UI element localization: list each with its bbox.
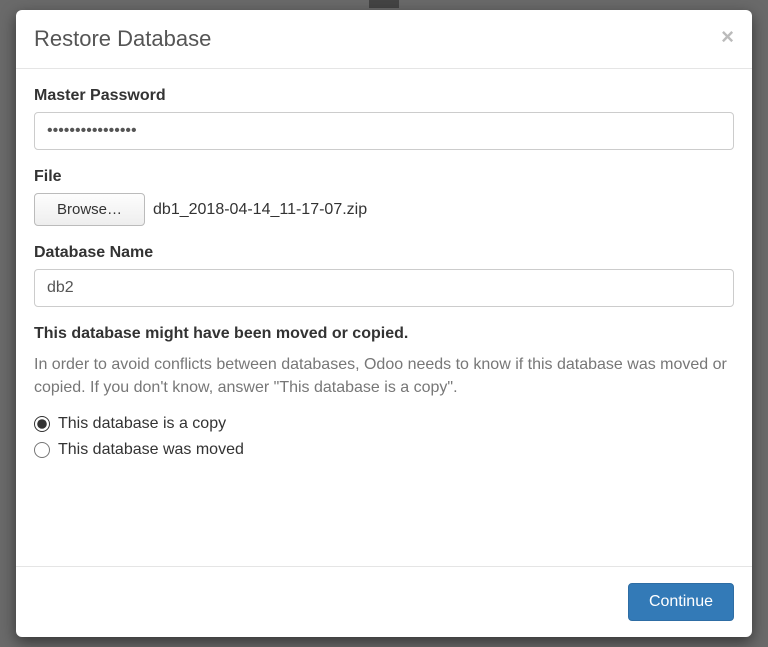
database-name-group: Database Name [34,244,734,307]
restore-database-modal: Restore Database × Master Password File … [16,10,752,637]
radio-copy-label[interactable]: This database is a copy [58,415,226,433]
close-button[interactable]: × [721,26,734,48]
browse-button[interactable]: Browse… [34,193,145,226]
modal-header: Restore Database × [16,10,752,69]
move-copy-heading: This database might have been moved or c… [34,325,734,343]
modal-title: Restore Database [34,26,211,52]
master-password-group: Master Password [34,87,734,150]
modal-footer: Continue [16,566,752,637]
radio-copy-row: This database is a copy [34,415,734,433]
selected-filename: db1_2018-04-14_11-17-07.zip [153,201,367,219]
master-password-label: Master Password [34,87,734,105]
radio-moved-row: This database was moved [34,441,734,459]
database-name-label: Database Name [34,244,734,262]
radio-moved-label[interactable]: This database was moved [58,441,244,459]
radio-copy[interactable] [34,416,50,432]
radio-moved[interactable] [34,442,50,458]
database-name-input[interactable] [34,269,734,307]
file-group: File Browse… db1_2018-04-14_11-17-07.zip [34,168,734,226]
master-password-input[interactable] [34,112,734,150]
modal-body: Master Password File Browse… db1_2018-04… [16,69,752,566]
move-copy-section: This database might have been moved or c… [34,325,734,459]
move-copy-help: In order to avoid conflicts between data… [34,353,734,399]
window-notch [369,0,399,8]
continue-button[interactable]: Continue [628,583,734,621]
file-label: File [34,168,734,186]
